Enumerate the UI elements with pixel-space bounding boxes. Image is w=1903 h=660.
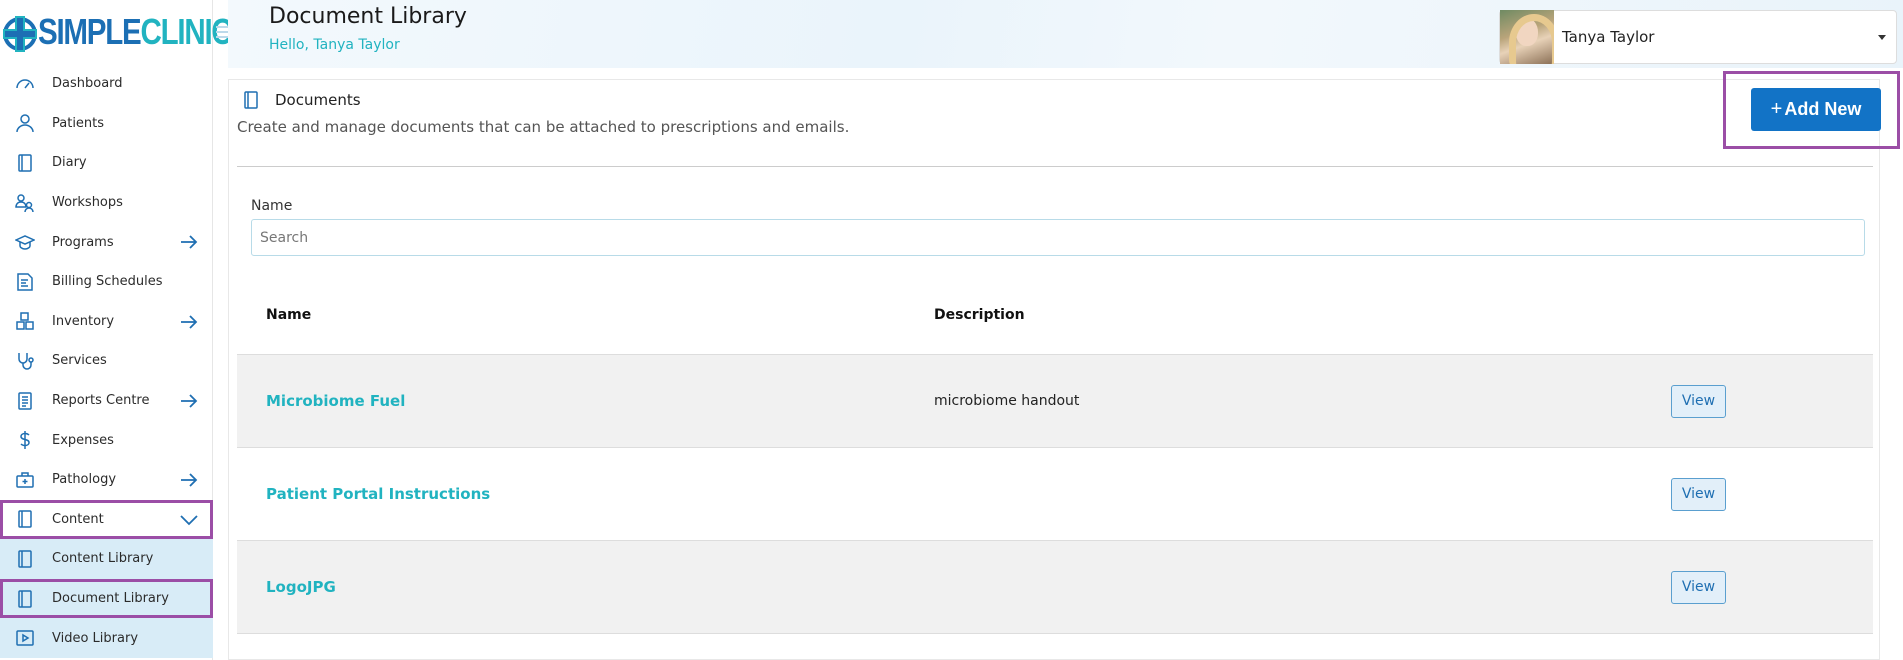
graduation-cap-icon [14, 231, 36, 253]
sidebar-item-label: Document Library [52, 591, 169, 607]
book-icon [243, 91, 259, 109]
sidebar-item-content[interactable]: Content [0, 499, 213, 540]
dollar-icon [14, 429, 36, 451]
medical-kit-icon [14, 469, 36, 491]
avatar [1500, 10, 1554, 64]
table-header: Name Description [237, 276, 1873, 355]
user-name: Tanya Taylor [1562, 28, 1655, 46]
sidebar-item-label: Pathology [52, 472, 117, 488]
documents-table: Name Description Microbiome Fuel microbi… [237, 276, 1873, 634]
caret-down-icon [1878, 34, 1886, 40]
table-row: Patient Portal Instructions View [237, 448, 1873, 541]
sidebar-item-label: Content [52, 511, 104, 527]
divider [237, 166, 1873, 167]
logo[interactable]: SIMPLECLINIC [2, 8, 233, 56]
sidebar-item-diary[interactable]: Diary [0, 143, 213, 183]
arrow-right-icon[interactable] [179, 312, 199, 332]
user-dropdown[interactable]: Tanya Taylor [1499, 10, 1897, 64]
sidebar-item-label: Billing Schedules [52, 274, 163, 290]
view-button[interactable]: View [1671, 570, 1726, 604]
add-new-button[interactable]: + Add New [1751, 88, 1881, 131]
users-icon [14, 192, 36, 214]
stethoscope-icon [14, 350, 36, 372]
sidebar-item-label: Patients [52, 115, 105, 131]
table-row: LogoJPG View [237, 541, 1873, 634]
chevron-down-icon[interactable] [179, 510, 199, 530]
boxes-icon [14, 310, 36, 332]
table-row: Microbiome Fuel microbiome handout View [237, 355, 1873, 448]
sidebar-item-label: Diary [52, 155, 87, 171]
sidebar-item-patients[interactable]: Patients [0, 104, 213, 144]
sidebar-item-label: Expenses [52, 432, 114, 448]
column-header-description: Description [934, 307, 1025, 323]
book-icon [14, 152, 36, 174]
arrow-right-icon[interactable] [179, 470, 199, 490]
column-header-name: Name [266, 307, 312, 323]
plus-icon: + [1770, 98, 1783, 120]
arrow-right-icon[interactable] [179, 232, 199, 252]
sidebar-item-dashboard[interactable]: Dashboard [0, 64, 213, 104]
sidebar-item-billing-schedules[interactable]: Billing Schedules [0, 262, 213, 302]
document-name-link[interactable]: LogoJPG [237, 578, 934, 596]
document-name-link[interactable]: Microbiome Fuel [237, 392, 934, 410]
report-icon [14, 390, 36, 412]
sidebar-item-expenses[interactable]: Expenses [0, 420, 213, 460]
document-description: microbiome handout [934, 393, 1080, 409]
sidebar-item-programs[interactable]: Programs [0, 222, 213, 262]
sidebar-item-workshops[interactable]: Workshops [0, 183, 213, 223]
sidebar-item-services[interactable]: Services [0, 341, 213, 381]
sidebar-item-reports-centre[interactable]: Reports Centre [0, 381, 213, 421]
sidebar-item-inventory[interactable]: Inventory [0, 302, 213, 342]
book-icon [14, 548, 36, 570]
book-icon [14, 508, 36, 530]
user-icon [14, 112, 36, 134]
brand-name: SIMPLECLINIC [38, 11, 233, 52]
panel-title: Documents [275, 91, 361, 109]
sidebar-item-video-library[interactable]: Video Library [0, 618, 213, 658]
receipt-icon [14, 271, 36, 293]
clinic-cross-icon [2, 10, 38, 54]
sidebar-item-label: Programs [52, 234, 114, 250]
view-button[interactable]: View [1671, 384, 1726, 418]
video-icon [14, 627, 36, 649]
sidebar-item-label: Reports Centre [52, 393, 150, 409]
book-icon [14, 588, 36, 610]
documents-panel: Documents Create and manage documents th… [228, 71, 1900, 660]
sidebar-item-pathology[interactable]: Pathology [0, 460, 213, 500]
sidebar-item-label: Workshops [52, 195, 123, 211]
view-button[interactable]: View [1671, 477, 1726, 511]
panel-description: Create and manage documents that can be … [237, 118, 850, 136]
document-name-link[interactable]: Patient Portal Instructions [237, 485, 934, 503]
greeting: Hello, Tanya Taylor [269, 37, 400, 53]
arrow-right-icon[interactable] [179, 391, 199, 411]
page-title: Document Library [269, 4, 467, 29]
sidebar: SIMPLECLINIC Dashboard Patients Diary Wo… [0, 0, 233, 660]
sidebar-item-label: Services [52, 353, 107, 369]
search-input[interactable] [251, 219, 1865, 256]
sidebar-item-label: Inventory [52, 313, 115, 329]
sidebar-nav: Dashboard Patients Diary Workshops Progr… [0, 64, 213, 658]
sidebar-item-label: Video Library [52, 630, 139, 646]
sidebar-item-label: Dashboard [52, 76, 123, 92]
sidebar-item-label: Content Library [52, 551, 154, 567]
header: Document Library Hello, Tanya Taylor Tan… [228, 0, 1903, 68]
sidebar-item-content-library[interactable]: Content Library [0, 539, 213, 579]
name-filter-label: Name [251, 198, 293, 214]
sidebar-item-document-library[interactable]: Document Library [0, 578, 213, 619]
gauge-icon [14, 73, 36, 95]
